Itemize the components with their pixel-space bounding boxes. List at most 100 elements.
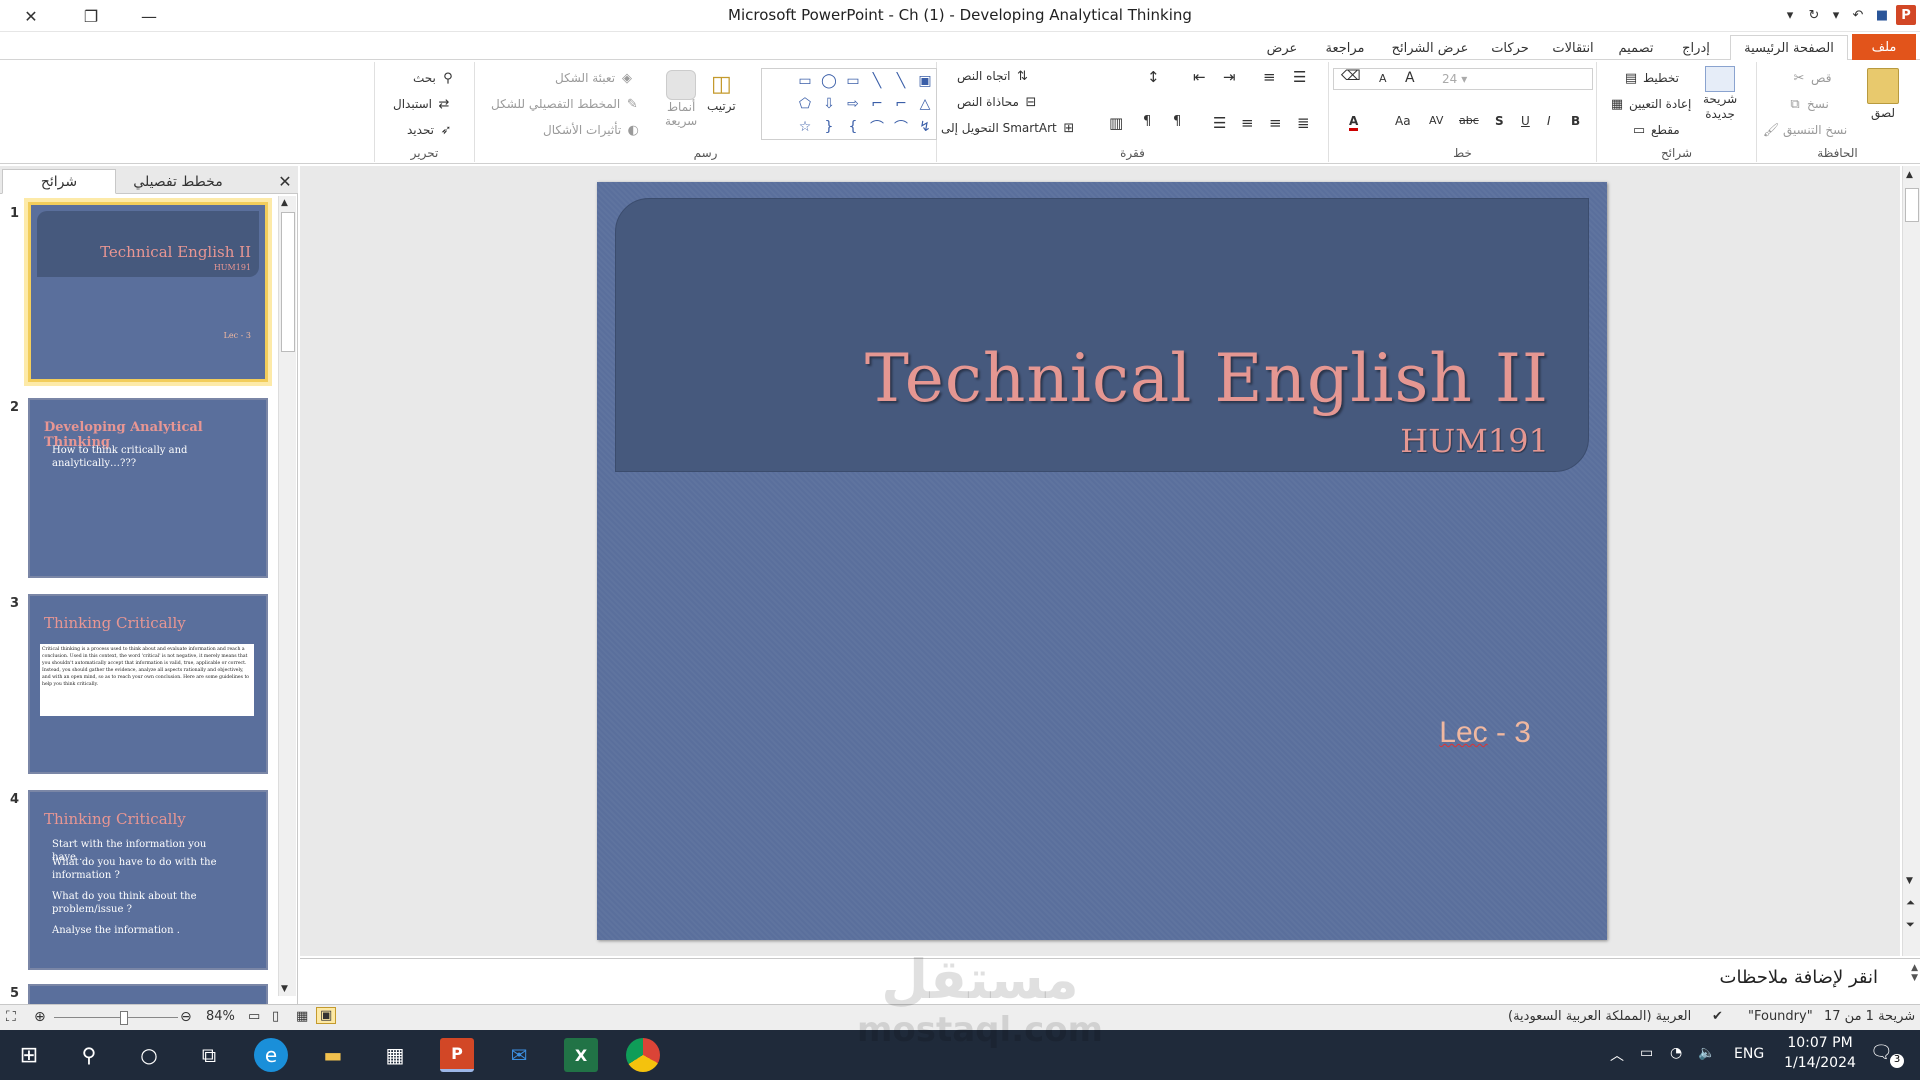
tab-home[interactable]: الصفحة الرئيسية: [1730, 35, 1848, 61]
slideshow-view-icon[interactable]: ▭: [248, 1009, 260, 1024]
zoom-slider[interactable]: [54, 1017, 178, 1018]
layout-button[interactable]: ▤ تخطيط: [1623, 70, 1679, 86]
shape-fill-button[interactable]: تعبئة الشكل ◈: [555, 70, 635, 86]
shape-triangle-icon[interactable]: △: [914, 93, 936, 115]
tab-review[interactable]: مراجعة: [1310, 36, 1380, 60]
shape-effects-button[interactable]: تأثيرات الأشكال ◐: [543, 122, 641, 138]
shape-down-arrow-icon[interactable]: ⇩: [818, 93, 840, 115]
tab-animations[interactable]: حركات: [1480, 36, 1540, 60]
shape-outline-button[interactable]: المخطط التفصيلي للشكل ✎: [491, 96, 640, 112]
strikethrough-button[interactable]: abc: [1459, 114, 1479, 127]
close-panel-icon[interactable]: ✕: [274, 169, 296, 194]
indent-icon[interactable]: ⇥: [1223, 68, 1236, 86]
edge-icon[interactable]: e: [254, 1038, 288, 1072]
scroll-down-icon[interactable]: ▼: [281, 984, 288, 994]
find-button[interactable]: بحث ⚲: [413, 70, 456, 86]
close-window-button[interactable]: ✕: [8, 0, 54, 32]
align-center-icon[interactable]: ≡: [1269, 114, 1282, 132]
shape-freeform-icon[interactable]: ↯: [914, 116, 936, 138]
tray-chevron-icon[interactable]: ︿: [1610, 1045, 1624, 1065]
bold-button[interactable]: B: [1571, 114, 1580, 128]
italic-button[interactable]: I: [1547, 114, 1551, 128]
repeat-icon[interactable]: ↻: [1804, 5, 1824, 25]
task-view-icon[interactable]: ⧉: [192, 1038, 226, 1072]
grow-font-icon[interactable]: A: [1405, 70, 1415, 86]
shape-textbox-icon[interactable]: ▣: [914, 70, 936, 92]
restore-window-button[interactable]: ❐: [68, 0, 114, 32]
arrange-button[interactable]: ◫ ترتيب: [707, 72, 736, 113]
zoom-in-icon[interactable]: ⊕: [34, 1009, 46, 1025]
align-right-icon[interactable]: ≣: [1297, 114, 1310, 132]
clock-time[interactable]: 10:07 PM: [1780, 1035, 1860, 1051]
tab-transitions[interactable]: انتقالات: [1540, 36, 1606, 60]
shape-right-arrow-icon[interactable]: ⇨: [842, 93, 864, 115]
change-case-button[interactable]: Aa: [1395, 114, 1411, 128]
underline-button[interactable]: U: [1521, 114, 1530, 128]
chrome-icon[interactable]: [626, 1038, 660, 1072]
shape-oval-icon[interactable]: ◯: [818, 70, 840, 92]
copy-button[interactable]: ⧉ نسخ: [1787, 96, 1828, 112]
zoom-out-icon[interactable]: ⊖: [180, 1009, 192, 1025]
line-spacing-icon[interactable]: ↕: [1147, 68, 1160, 86]
tab-slideshow[interactable]: عرض الشرائح: [1380, 36, 1480, 60]
windows-start-icon[interactable]: ⊞: [12, 1038, 46, 1072]
ltr-icon[interactable]: ¶: [1143, 114, 1151, 129]
text-direction-button[interactable]: اتجاه النص ⇅: [957, 68, 1031, 84]
prev-slide-icon[interactable]: ⏶: [1906, 896, 1915, 910]
numbering-icon[interactable]: ☰: [1293, 68, 1306, 86]
columns-icon[interactable]: ▥: [1109, 114, 1123, 132]
shape-rounded-rect-icon[interactable]: ▭: [794, 70, 816, 92]
undo-icon[interactable]: ↶: [1848, 5, 1868, 25]
slide-subtitle[interactable]: HUM191: [1400, 422, 1549, 460]
customize-qat-icon[interactable]: ▾: [1780, 5, 1800, 25]
mail-icon[interactable]: ✉: [502, 1038, 536, 1072]
shape-pentagon-icon[interactable]: ⬠: [794, 93, 816, 115]
clear-format-icon[interactable]: ⌫: [1341, 68, 1361, 84]
slide-lecture-label[interactable]: Lec - 3: [1439, 716, 1531, 750]
slide-thumbnail-5[interactable]: [28, 984, 268, 1004]
search-icon[interactable]: ⚲: [72, 1038, 106, 1072]
tab-design[interactable]: تصميم: [1606, 36, 1666, 60]
scroll-up-icon[interactable]: ▲: [281, 198, 288, 208]
slide-thumbnail-3[interactable]: Thinking Critically Critical thinking is…: [28, 594, 268, 774]
tab-file[interactable]: ملف: [1852, 34, 1916, 60]
powerpoint-taskbar-icon[interactable]: P: [440, 1038, 474, 1072]
shape-curve-icon[interactable]: ⌒: [866, 116, 888, 138]
align-left-icon[interactable]: ≡: [1241, 114, 1254, 132]
new-slide-button[interactable]: شريحة جديدة: [1703, 66, 1737, 122]
scroll-thumb[interactable]: [281, 212, 295, 352]
wifi-icon[interactable]: ◔: [1670, 1045, 1682, 1061]
shape-star-icon[interactable]: ☆: [794, 116, 816, 138]
slide-thumbnail-1[interactable]: Technical English II HUM191 Lec - 3: [28, 202, 268, 382]
battery-icon[interactable]: ▭: [1640, 1045, 1653, 1061]
bullets-icon[interactable]: ≡: [1263, 68, 1276, 86]
align-text-button[interactable]: محاذاة النص ⊟: [957, 94, 1039, 110]
zoom-slider-thumb[interactable]: [120, 1011, 128, 1025]
justify-icon[interactable]: ☰: [1213, 114, 1226, 132]
shape-right-brace-icon[interactable]: }: [818, 116, 840, 138]
slide-thumbnail-4[interactable]: Thinking Critically Start with the infor…: [28, 790, 268, 970]
normal-view-icon[interactable]: ▣: [316, 1007, 337, 1024]
format-painter-button[interactable]: 🖌 نسخ التنسيق: [1763, 122, 1847, 138]
next-slide-icon[interactable]: ⏷: [1906, 918, 1915, 932]
char-spacing-button[interactable]: AV: [1429, 114, 1443, 127]
notes-scroll-icon[interactable]: ▲ ▼: [1911, 963, 1918, 983]
reading-view-icon[interactable]: ▯: [272, 1009, 279, 1024]
cortana-icon[interactable]: ○: [132, 1038, 166, 1072]
section-button[interactable]: ▭ مقطع: [1631, 122, 1680, 138]
store-icon[interactable]: ▦: [378, 1038, 412, 1072]
tab-view[interactable]: عرض: [1254, 36, 1310, 60]
shape-connector-icon[interactable]: ⌐: [890, 93, 912, 115]
replace-button[interactable]: استبدال ⇄: [393, 96, 452, 112]
cut-button[interactable]: ✂ قص: [1791, 70, 1832, 86]
minimize-window-button[interactable]: —: [126, 0, 172, 32]
slide-canvas[interactable]: Technical English II HUM191 Lec - 3: [597, 182, 1607, 940]
paste-button[interactable]: لصق: [1867, 68, 1899, 120]
zoom-level[interactable]: 84%: [206, 1009, 235, 1024]
rtl-icon[interactable]: ¶: [1173, 114, 1181, 129]
shape-line-icon[interactable]: ╲: [890, 70, 912, 92]
shape-rectangle-icon[interactable]: ▭: [842, 70, 864, 92]
smartart-button[interactable]: التحويل إلى SmartArt ⊞: [941, 120, 1077, 136]
save-icon[interactable]: ■: [1872, 5, 1892, 25]
slide-thumbnail-2[interactable]: Developing Analytical Thinking How to th…: [28, 398, 268, 578]
